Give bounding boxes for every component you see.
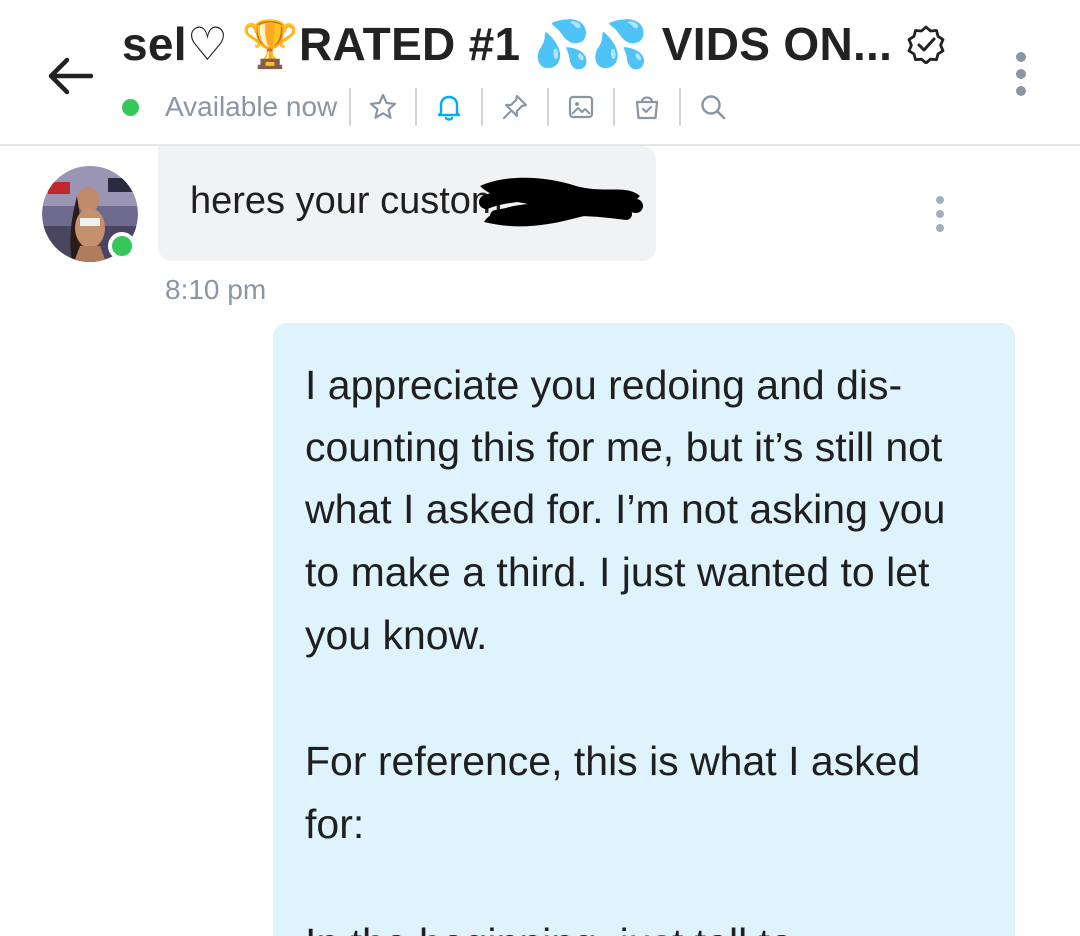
dot-icon — [936, 196, 944, 204]
message-line: what I asked for. I’m not asking you — [305, 486, 946, 532]
message-timestamp: 8:10 pm — [165, 274, 267, 305]
toolbar-divider — [415, 88, 418, 126]
chat-title-row[interactable]: sel♡ 🏆RATED #1 💦💦 VIDS ON... — [122, 14, 946, 74]
dot-icon — [936, 224, 944, 232]
message-line: you know. — [305, 612, 488, 658]
dot-icon — [936, 210, 944, 218]
availability-status: Available now — [165, 91, 338, 122]
chat-title[interactable]: sel♡ 🏆RATED #1 💦💦 VIDS ON... — [122, 17, 892, 72]
online-status-dot — [122, 98, 139, 116]
toolbar-divider — [481, 88, 484, 126]
verified-badge-icon — [906, 24, 946, 64]
arrow-left-icon — [48, 57, 93, 95]
message-line: to make a third. I just wanted to let — [305, 549, 930, 595]
pin-icon — [503, 94, 528, 120]
toolbar-divider — [679, 88, 682, 126]
pin-button[interactable] — [495, 87, 535, 127]
toolbar-divider — [613, 88, 616, 126]
online-indicator — [108, 232, 136, 260]
sender-avatar[interactable] — [42, 166, 138, 262]
outgoing-message-bubble[interactable]: I appreciate you redoing and dis- counti… — [273, 323, 1015, 936]
bag-icon — [636, 96, 659, 120]
redaction-scribble — [479, 177, 643, 227]
dot-icon — [1016, 69, 1026, 79]
message-line: I appreciate you redoing and dis- — [305, 362, 903, 408]
chat-screen: sel♡ 🏆RATED #1 💦💦 VIDS ON... Available n… — [0, 0, 1080, 936]
incoming-message-text: heres your custom — [190, 180, 503, 222]
more-options-button[interactable] — [998, 48, 1044, 100]
search-button[interactable] — [693, 87, 733, 127]
dot-icon — [1016, 86, 1026, 96]
message-line: for: — [305, 801, 365, 847]
message-line: counting this for me, but it’s still not — [305, 424, 943, 470]
star-icon — [370, 93, 397, 119]
favorite-button[interactable] — [363, 87, 403, 127]
image-icon — [569, 95, 594, 119]
message-line: For reference, this is what I asked — [305, 738, 921, 784]
message-options-button[interactable] — [932, 196, 948, 232]
toolbar-divider — [547, 88, 550, 126]
status-toolbar: Available now — [122, 84, 733, 130]
chat-header: sel♡ 🏆RATED #1 💦💦 VIDS ON... Available n… — [0, 0, 1080, 146]
dot-icon — [1016, 52, 1026, 62]
incoming-message-bubble[interactable]: heres your custom — [158, 146, 656, 261]
media-button[interactable] — [561, 87, 601, 127]
toolbar-divider — [349, 88, 352, 126]
notifications-button[interactable] — [429, 87, 469, 127]
search-icon — [701, 95, 726, 120]
message-line: In the beginning, just tell to — [305, 923, 793, 936]
back-button[interactable] — [36, 42, 104, 110]
bell-icon — [438, 95, 461, 121]
purchases-button[interactable] — [627, 87, 667, 127]
